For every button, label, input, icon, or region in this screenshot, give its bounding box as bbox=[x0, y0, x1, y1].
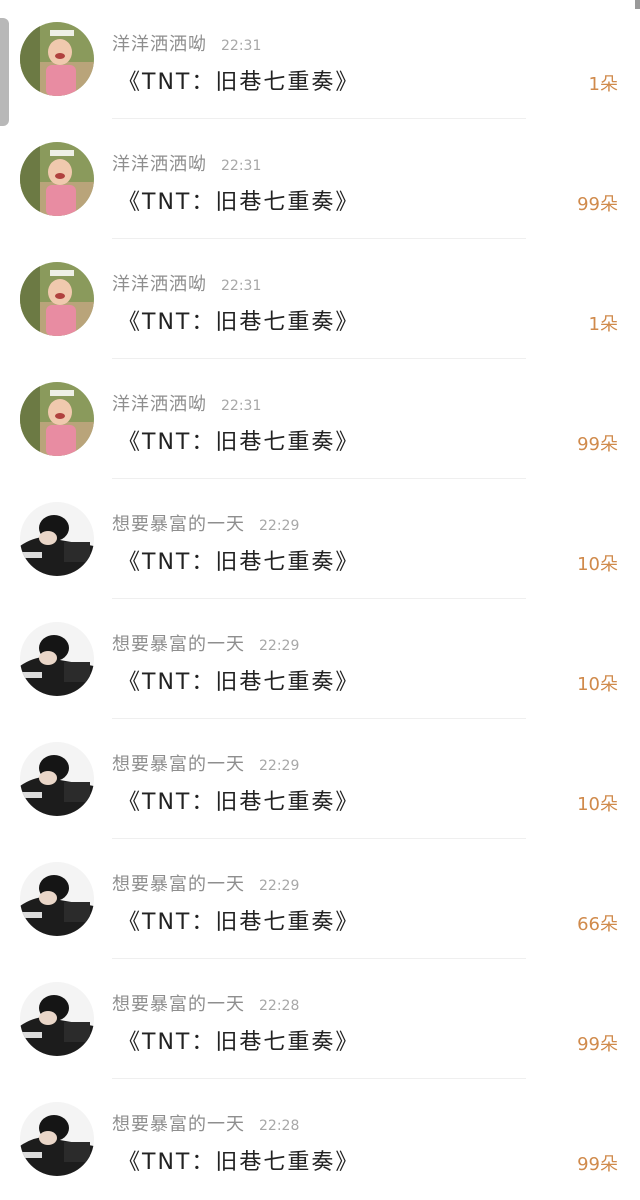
avatar[interactable] bbox=[20, 862, 94, 936]
gift-count: 66朵 bbox=[577, 914, 618, 935]
list-item[interactable]: 洋洋洒洒呦 22:31 《TNT：旧巷七重奏》 99朵 bbox=[0, 120, 640, 240]
username: 想要暴富的一天 22:29 bbox=[112, 630, 299, 656]
row-divider bbox=[112, 238, 526, 239]
gift-title: 《TNT：旧巷七重奏》 bbox=[118, 1150, 360, 1175]
username: 想要暴富的一天 22:28 bbox=[112, 990, 299, 1016]
gift-count: 1朵 bbox=[588, 314, 618, 335]
timestamp: 22:28 bbox=[259, 1118, 300, 1134]
row-divider bbox=[112, 118, 526, 119]
scroll-indicator[interactable] bbox=[0, 18, 9, 126]
list-item[interactable]: 想要暴富的一天 22:28 《TNT：旧巷七重奏》 99朵 bbox=[0, 960, 640, 1080]
username-text: 想要暴富的一天 bbox=[112, 1114, 245, 1135]
username: 洋洋洒洒呦 22:31 bbox=[112, 270, 261, 296]
username-text: 想要暴富的一天 bbox=[112, 874, 245, 895]
timestamp: 22:29 bbox=[259, 518, 300, 534]
username-text: 想要暴富的一天 bbox=[112, 514, 245, 535]
gift-count: 1朵 bbox=[588, 74, 618, 95]
list-item[interactable]: 洋洋洒洒呦 22:31 《TNT：旧巷七重奏》 1朵 bbox=[0, 0, 640, 120]
list-item[interactable]: 洋洋洒洒呦 22:31 《TNT：旧巷七重奏》 1朵 bbox=[0, 240, 640, 360]
row-divider bbox=[112, 958, 526, 959]
pianist-photo-icon bbox=[20, 1102, 94, 1176]
username: 想要暴富的一天 22:28 bbox=[112, 1110, 299, 1136]
username: 洋洋洒洒呦 22:31 bbox=[112, 150, 261, 176]
timestamp: 22:31 bbox=[221, 278, 262, 294]
avatar[interactable] bbox=[20, 22, 94, 96]
avatar[interactable] bbox=[20, 742, 94, 816]
list-item[interactable]: 想要暴富的一天 22:29 《TNT：旧巷七重奏》 10朵 bbox=[0, 720, 640, 840]
gift-title: 《TNT：旧巷七重奏》 bbox=[118, 430, 360, 455]
avatar[interactable] bbox=[20, 982, 94, 1056]
pianist-photo-icon bbox=[20, 742, 94, 816]
row-divider bbox=[112, 1078, 526, 1079]
gift-title: 《TNT：旧巷七重奏》 bbox=[118, 910, 360, 935]
pianist-photo-icon bbox=[20, 622, 94, 696]
username: 洋洋洒洒呦 22:31 bbox=[112, 390, 261, 416]
username-text: 洋洋洒洒呦 bbox=[112, 394, 207, 415]
gift-count: 10朵 bbox=[577, 794, 618, 815]
scrollbar-thumb[interactable] bbox=[635, 0, 640, 9]
row-divider bbox=[112, 478, 526, 479]
pianist-photo-icon bbox=[20, 862, 94, 936]
avatar[interactable] bbox=[20, 262, 94, 336]
list-item[interactable]: 想要暴富的一天 22:28 《TNT：旧巷七重奏》 99朵 bbox=[0, 1080, 640, 1200]
username: 想要暴富的一天 22:29 bbox=[112, 510, 299, 536]
row-divider bbox=[112, 598, 526, 599]
pianist-photo-icon bbox=[20, 502, 94, 576]
username-text: 洋洋洒洒呦 bbox=[112, 274, 207, 295]
timestamp: 22:31 bbox=[221, 158, 262, 174]
username-text: 想要暴富的一天 bbox=[112, 994, 245, 1015]
pianist-photo-icon bbox=[20, 982, 94, 1056]
gift-count: 99朵 bbox=[577, 1034, 618, 1055]
username-text: 洋洋洒洒呦 bbox=[112, 154, 207, 175]
gift-title: 《TNT：旧巷七重奏》 bbox=[118, 550, 360, 575]
gift-count: 99朵 bbox=[577, 434, 618, 455]
child-photo-icon bbox=[20, 262, 94, 336]
row-divider bbox=[112, 838, 526, 839]
child-photo-icon bbox=[20, 142, 94, 216]
username: 想要暴富的一天 22:29 bbox=[112, 750, 299, 776]
gift-title: 《TNT：旧巷七重奏》 bbox=[118, 70, 360, 95]
gift-count: 10朵 bbox=[577, 674, 618, 695]
timestamp: 22:29 bbox=[259, 638, 300, 654]
avatar[interactable] bbox=[20, 622, 94, 696]
avatar[interactable] bbox=[20, 502, 94, 576]
gift-title: 《TNT：旧巷七重奏》 bbox=[118, 790, 360, 815]
gift-record-list: 洋洋洒洒呦 22:31 《TNT：旧巷七重奏》 1朵 洋洋洒洒呦 22:31 《TN… bbox=[0, 0, 640, 1177]
timestamp: 22:28 bbox=[259, 998, 300, 1014]
timestamp: 22:31 bbox=[221, 398, 262, 414]
avatar[interactable] bbox=[20, 382, 94, 456]
list-item[interactable]: 想要暴富的一天 22:29 《TNT：旧巷七重奏》 10朵 bbox=[0, 480, 640, 600]
gift-count: 99朵 bbox=[577, 1154, 618, 1175]
gift-title: 《TNT：旧巷七重奏》 bbox=[118, 190, 360, 215]
gift-count: 99朵 bbox=[577, 194, 618, 215]
timestamp: 22:31 bbox=[221, 38, 262, 54]
child-photo-icon bbox=[20, 382, 94, 456]
username-text: 洋洋洒洒呦 bbox=[112, 34, 207, 55]
gift-title: 《TNT：旧巷七重奏》 bbox=[118, 310, 360, 335]
gift-title: 《TNT：旧巷七重奏》 bbox=[118, 670, 360, 695]
list-item[interactable]: 想要暴富的一天 22:29 《TNT：旧巷七重奏》 66朵 bbox=[0, 840, 640, 960]
username: 想要暴富的一天 22:29 bbox=[112, 870, 299, 896]
avatar[interactable] bbox=[20, 1102, 94, 1176]
gift-count: 10朵 bbox=[577, 554, 618, 575]
gift-title: 《TNT：旧巷七重奏》 bbox=[118, 1030, 360, 1055]
list-item[interactable]: 想要暴富的一天 22:29 《TNT：旧巷七重奏》 10朵 bbox=[0, 600, 640, 720]
row-divider bbox=[112, 358, 526, 359]
row-divider bbox=[112, 718, 526, 719]
username: 洋洋洒洒呦 22:31 bbox=[112, 30, 261, 56]
child-photo-icon bbox=[20, 22, 94, 96]
list-item[interactable]: 洋洋洒洒呦 22:31 《TNT：旧巷七重奏》 99朵 bbox=[0, 360, 640, 480]
timestamp: 22:29 bbox=[259, 758, 300, 774]
timestamp: 22:29 bbox=[259, 878, 300, 894]
username-text: 想要暴富的一天 bbox=[112, 634, 245, 655]
avatar[interactable] bbox=[20, 142, 94, 216]
username-text: 想要暴富的一天 bbox=[112, 754, 245, 775]
